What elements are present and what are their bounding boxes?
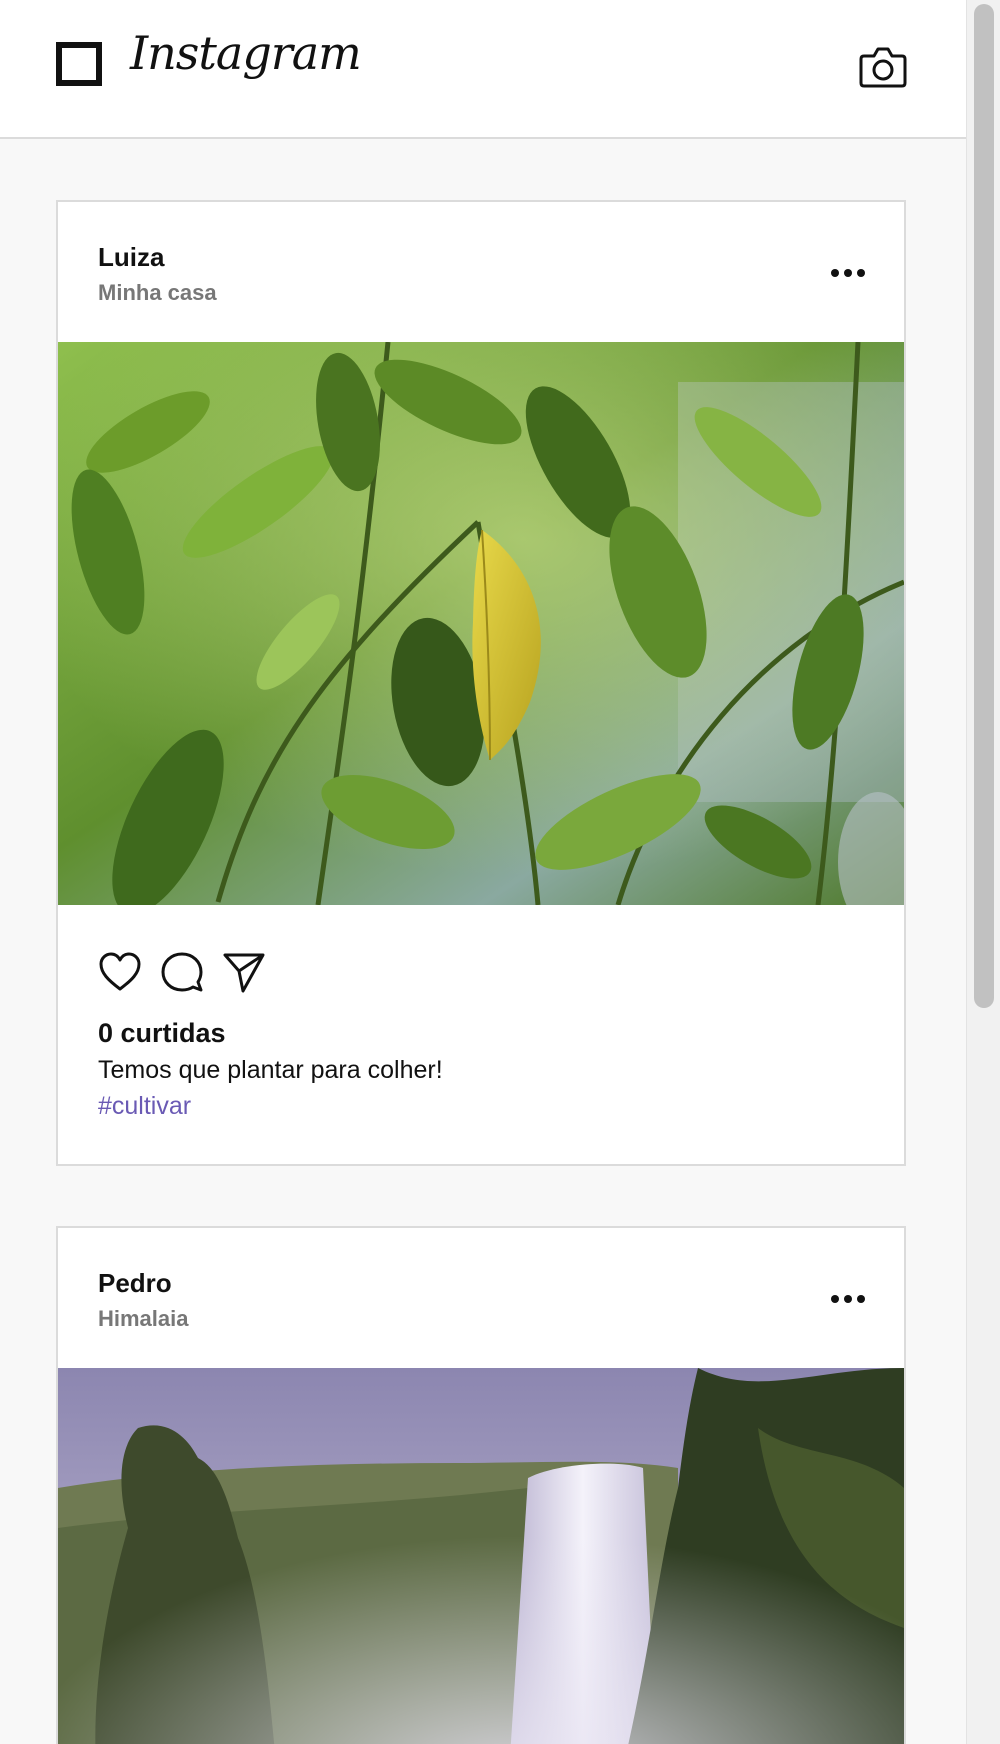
post-photo-leaves[interactable] <box>58 342 904 905</box>
scrollbar[interactable] <box>966 0 1000 1744</box>
top-bar: Instagram <box>0 0 966 139</box>
post-location[interactable]: Himalaia <box>98 1306 189 1332</box>
heart-icon[interactable] <box>98 950 142 994</box>
send-icon[interactable] <box>222 950 266 994</box>
post-header: Pedro Himalaia <box>58 1228 904 1368</box>
more-horizontal-icon[interactable] <box>830 1294 866 1304</box>
likes-count: 0 curtidas <box>98 1018 226 1048</box>
comment-icon[interactable] <box>160 950 204 994</box>
camera-icon[interactable] <box>858 44 908 90</box>
square-logo-icon[interactable] <box>56 42 102 86</box>
more-horizontal-icon[interactable] <box>830 268 866 278</box>
scrollbar-thumb[interactable] <box>974 4 994 1008</box>
post-location[interactable]: Minha casa <box>98 280 217 306</box>
post-header: Luiza Minha casa <box>58 202 904 342</box>
post-username[interactable]: Pedro <box>98 1268 172 1299</box>
post-username[interactable]: Luiza <box>98 242 164 273</box>
post-card: Luiza Minha casa 0 curtidas Temos que pl… <box>56 200 906 1166</box>
app-logo-text[interactable]: Instagram <box>130 26 362 80</box>
post-photo-waterfall[interactable] <box>58 1368 904 1744</box>
viewport: Instagram Luiza Minha casa 0 curtidas Te… <box>0 0 966 1744</box>
post-hashtag[interactable]: #cultivar <box>98 1092 191 1121</box>
post-caption: Temos que plantar para colher! <box>98 1056 443 1084</box>
post-card: Pedro Himalaia <box>56 1226 906 1744</box>
